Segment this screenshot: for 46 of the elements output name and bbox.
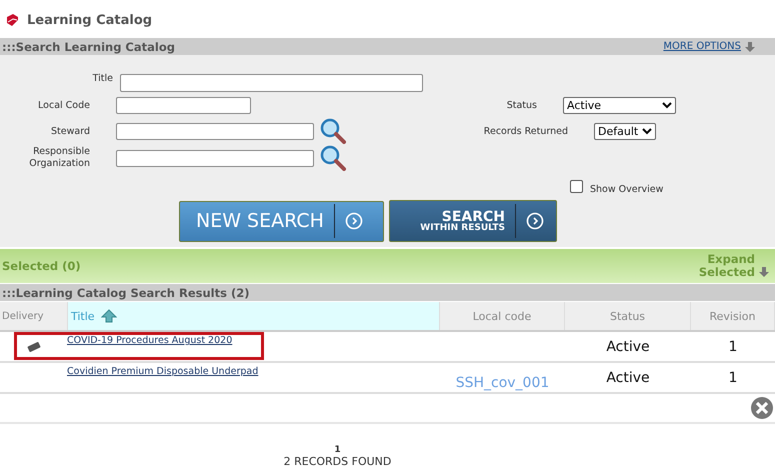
column-header[interactable]: Status: [565, 302, 691, 330]
field-label: Title: [92, 73, 114, 84]
title-link[interactable]: Covidien Premium Disposable Underpad: [67, 366, 258, 377]
local-code-field[interactable]: [116, 97, 251, 114]
search-icon[interactable]: [320, 145, 346, 171]
field-label: Steward: [50, 126, 91, 136]
book-icon: [5, 13, 19, 27]
column-header[interactable]: Title: [68, 302, 440, 330]
responsible-organization-field[interactable]: [116, 150, 314, 166]
down-arrow-icon[interactable]: [745, 42, 755, 52]
title-field[interactable]: [120, 74, 423, 92]
page-number[interactable]: 1: [334, 444, 341, 456]
field-label: Records Returned: [482, 126, 569, 136]
field-label: Local Code: [37, 100, 91, 111]
records-returned-dropdown[interactable]: Default: [594, 122, 656, 140]
arrow-circle-icon: [526, 212, 544, 230]
steward-field[interactable]: [116, 122, 314, 140]
checkbox-label: Show Overview: [590, 184, 664, 194]
arrow-circle-icon: [344, 212, 363, 230]
chevron-down-icon[interactable]: [642, 128, 652, 134]
records-found: 2 RECORDS FOUND: [284, 456, 392, 468]
revision-cell: 1: [728, 338, 738, 354]
sort-up-icon[interactable]: [100, 309, 117, 323]
down-arrow-icon[interactable]: [759, 267, 769, 277]
status-dropdown[interactable]: Active: [563, 97, 676, 114]
revision-cell: 1: [728, 370, 738, 386]
selected-count: Selected (0): [2, 259, 81, 273]
page-title: Learning Catalog: [27, 12, 152, 28]
status-cell: Active: [606, 370, 650, 386]
title-link[interactable]: COVID-19 Procedures August 2020: [67, 335, 232, 346]
section-title: :::Learning Catalog Search Results (2): [2, 286, 250, 300]
show-overview-checkbox[interactable]: [570, 180, 583, 192]
column-header[interactable]: Revision: [691, 302, 775, 330]
column-header[interactable]: Local code: [440, 302, 565, 330]
field-label: Status: [506, 100, 538, 111]
new-search-button[interactable]: NEW SEARCH: [179, 200, 384, 242]
close-icon[interactable]: [750, 396, 774, 420]
local-code-cell: SSH_cov_001: [456, 374, 550, 390]
status-cell: Active: [606, 338, 650, 354]
search-within-results-button[interactable]: SEARCH WITHIN RESULTS: [389, 200, 557, 242]
more-options-link[interactable]: MORE OPTIONS: [663, 41, 741, 52]
field-label: Responsible Organization: [28, 146, 91, 170]
chevron-down-icon[interactable]: [662, 102, 672, 109]
column-header[interactable]: Delivery: [0, 302, 68, 330]
search-icon[interactable]: [320, 118, 346, 144]
section-title: :::Search Learning Catalog: [2, 40, 175, 54]
